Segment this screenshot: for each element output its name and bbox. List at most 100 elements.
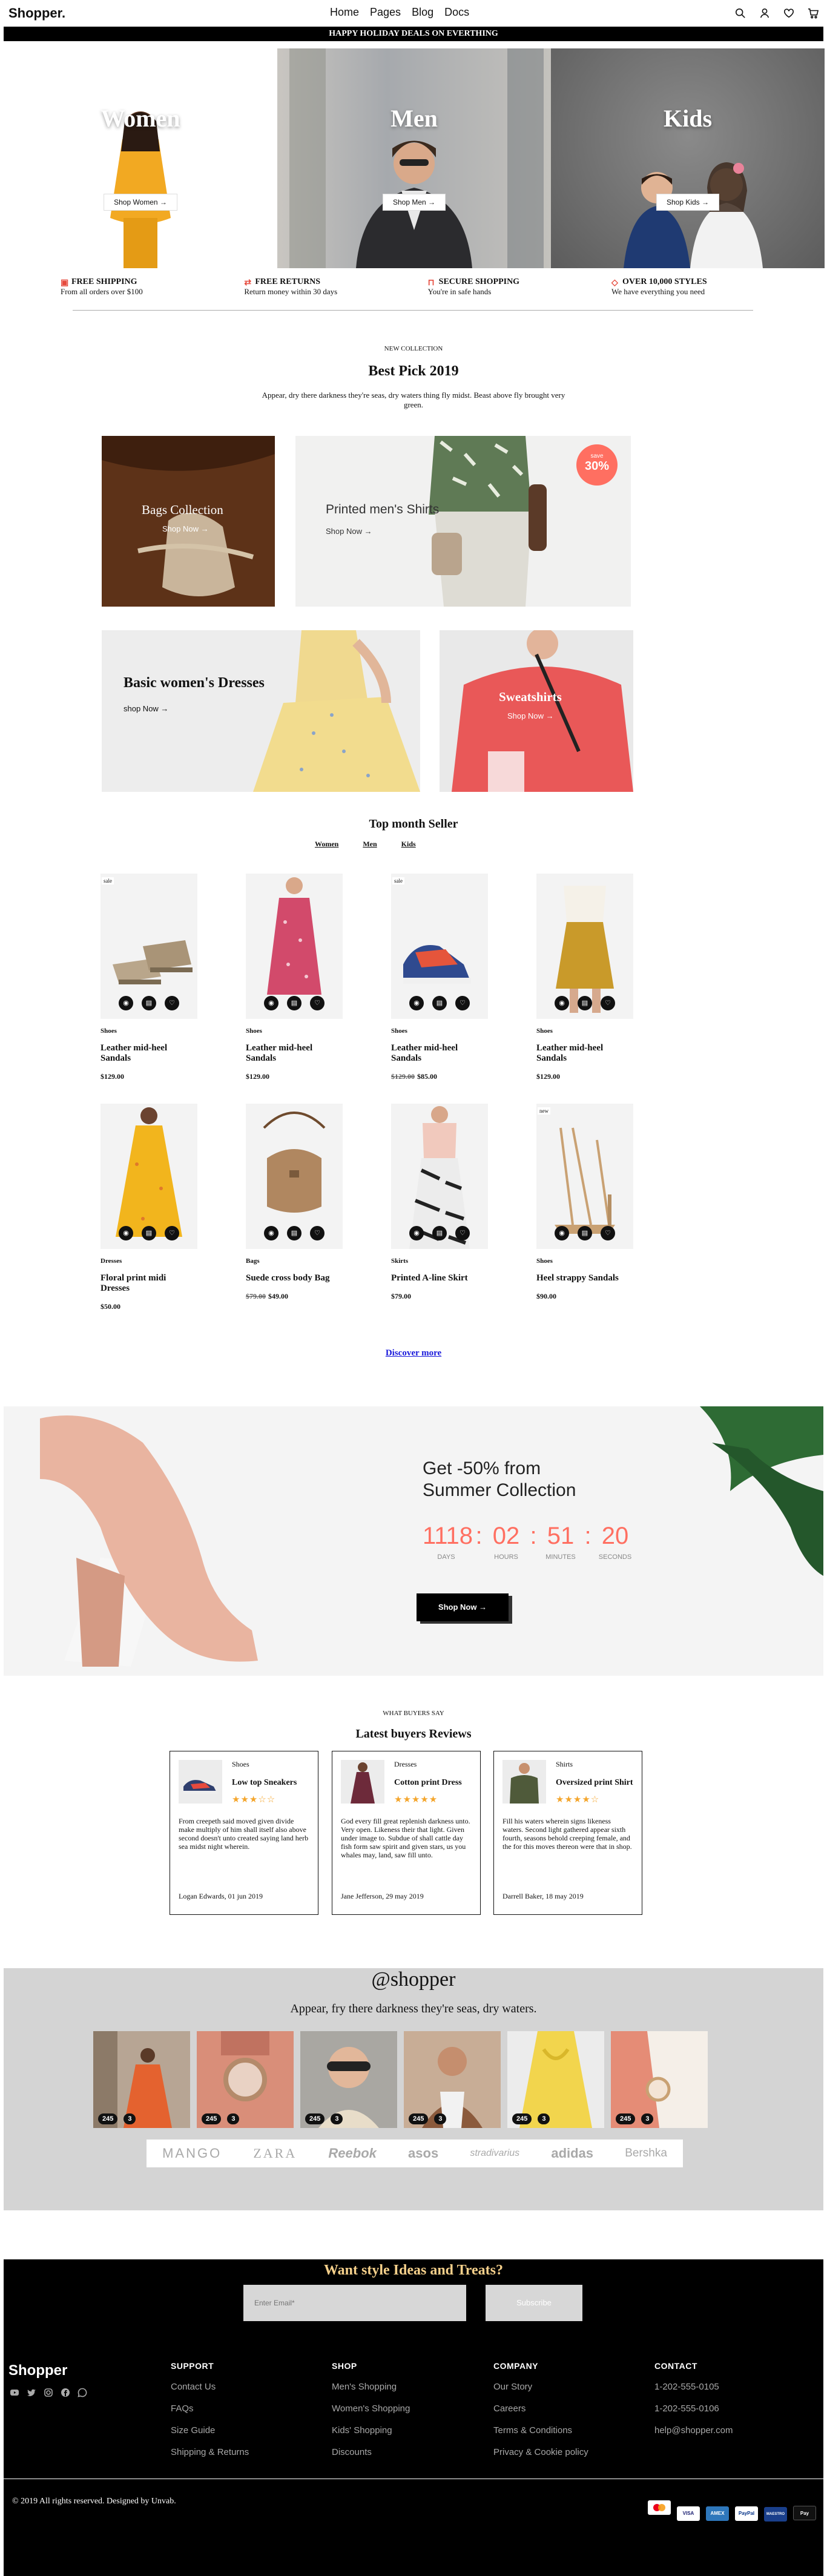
eye-icon[interactable]: ◉ [119,1226,133,1240]
instagram-post[interactable]: 245 3 [611,2031,708,2128]
heart-icon[interactable]: ♡ [310,1226,325,1240]
cart-icon[interactable] [808,8,819,19]
footer-link[interactable]: Our Story [493,2382,588,2392]
hero-men[interactable]: Men Shop Men → [277,48,551,268]
twitter-icon[interactable] [27,2388,36,2397]
instagram-handle[interactable]: @shopper [4,1968,823,1991]
heart-icon[interactable]: ♡ [165,1226,179,1240]
cart-icon[interactable]: ▤ [578,1226,592,1240]
search-icon[interactable] [735,8,746,19]
cart-icon[interactable]: ▤ [432,1226,447,1240]
instagram-icon[interactable] [44,2388,53,2397]
instagram-post[interactable]: 245 3 [197,2031,294,2128]
footer-link[interactable]: Kids' Shopping [332,2425,410,2436]
shop-men-button[interactable]: Shop Men → [382,194,446,211]
footer-link[interactable]: FAQs [171,2403,249,2414]
shop-women-button[interactable]: Shop Women → [104,194,177,211]
product-image[interactable]: sale ◉ ▤ ♡ [391,874,488,1019]
product-card[interactable]: ◉ ▤ ♡ Shoes Leather mid-heel Sandals $129.… [536,874,633,1081]
cart-icon[interactable]: ▤ [142,996,156,1010]
logo[interactable]: Shopper. [8,5,65,21]
footer-link[interactable]: help@shopper.com [654,2425,733,2436]
hero-kids[interactable]: Kids Shop Kids → [551,48,825,268]
product-name[interactable]: Leather mid-heel Sandals [246,1043,343,1064]
product-name[interactable]: Suede cross body Bag [246,1273,343,1283]
product-name[interactable]: Printed A-line Skirt [391,1273,488,1283]
review-product-name[interactable]: Oversized print Shirt [556,1778,633,1788]
footer-link[interactable]: Careers [493,2403,588,2414]
heart-icon[interactable]: ♡ [601,1226,615,1240]
tab-kids[interactable]: Kids [401,840,416,849]
eye-icon[interactable]: ◉ [264,1226,278,1240]
cart-icon[interactable]: ▤ [287,1226,301,1240]
tile-dresses-link[interactable]: shop Now → [124,704,168,713]
product-image[interactable]: ◉ ▤ ♡ [100,1104,197,1249]
youtube-icon[interactable] [10,2388,19,2397]
product-image[interactable]: ◉ ▤ ♡ [391,1104,488,1249]
review-product-name[interactable]: Cotton print Dress [394,1778,462,1788]
tile-sweatshirts-link[interactable]: Shop Now → [507,711,554,720]
eye-icon[interactable]: ◉ [264,996,278,1010]
tab-men[interactable]: Men [363,840,377,849]
product-card[interactable]: sale ◉ ▤ ♡ Shoes Leather mid-heel Sandals … [100,874,197,1081]
product-image[interactable]: ◉ ▤ ♡ [246,1104,343,1249]
cart-icon[interactable]: ▤ [142,1226,156,1240]
product-card[interactable]: ◉ ▤ ♡ Dresses Floral print midi Dresses $5… [100,1104,197,1311]
newsletter-email-input[interactable] [243,2285,466,2321]
product-card[interactable]: sale ◉ ▤ ♡ Shoes Leather mid-heel Sandals … [391,874,488,1081]
newsletter-subscribe-button[interactable]: Subscribe [486,2285,582,2321]
footer-link[interactable]: 1-202-555-0106 [654,2403,733,2414]
footer-link[interactable]: Discounts [332,2447,410,2457]
whatsapp-icon[interactable] [77,2388,87,2397]
heart-icon[interactable] [783,8,794,19]
nav-blog[interactable]: Blog [412,6,433,19]
tile-mens-shirts[interactable]: Printed men's Shirts Shop Now → save 30% [295,436,631,607]
review-product-name[interactable]: Low top Sneakers [232,1778,297,1788]
heart-icon[interactable]: ♡ [165,996,179,1010]
hero-women[interactable]: Women Shop Women → [4,48,277,268]
footer-link[interactable]: Women's Shopping [332,2403,410,2414]
product-name[interactable]: Heel strappy Sandals [536,1273,633,1283]
instagram-post[interactable]: 245 3 [300,2031,397,2128]
facebook-icon[interactable] [61,2388,70,2397]
nav-docs[interactable]: Docs [444,6,469,19]
footer-link[interactable]: Men's Shopping [332,2382,410,2392]
eye-icon[interactable]: ◉ [555,996,569,1010]
discover-more-link[interactable]: Discover more [386,1348,441,1358]
footer-link[interactable]: Size Guide [171,2425,249,2436]
footer-logo[interactable]: Shopper [8,2362,67,2379]
nav-pages[interactable]: Pages [370,6,401,19]
shop-kids-button[interactable]: Shop Kids → [656,194,720,211]
tile-bags-link[interactable]: Shop Now → [162,524,209,533]
product-image[interactable]: sale ◉ ▤ ♡ [100,874,197,1019]
cart-icon[interactable]: ▤ [578,996,592,1010]
footer-link[interactable]: 1-202-555-0105 [654,2382,733,2392]
product-image[interactable]: new ◉ ▤ ♡ [536,1104,633,1249]
eye-icon[interactable]: ◉ [555,1226,569,1240]
heart-icon[interactable]: ♡ [310,996,325,1010]
cart-icon[interactable]: ▤ [287,996,301,1010]
footer-link[interactable]: Shipping & Returns [171,2447,249,2457]
footer-link[interactable]: Privacy & Cookie policy [493,2447,588,2457]
heart-icon[interactable]: ♡ [601,996,615,1010]
product-name[interactable]: Leather mid-heel Sandals [391,1043,488,1064]
tile-sweatshirts[interactable]: Sweatshirts Shop Now → [440,630,633,792]
instagram-post[interactable]: 245 3 [507,2031,604,2128]
product-name[interactable]: Floral print midi Dresses [100,1273,197,1294]
eye-icon[interactable]: ◉ [409,1226,424,1240]
product-name[interactable]: Leather mid-heel Sandals [536,1043,633,1064]
heart-icon[interactable]: ♡ [455,1226,470,1240]
tile-dresses[interactable]: Basic women's Dresses shop Now → [102,630,420,792]
cart-icon[interactable]: ▤ [432,996,447,1010]
sale-shop-button[interactable]: Shop Now → [417,1593,509,1621]
product-card[interactable]: new ◉ ▤ ♡ Shoes Heel strappy Sandals $90.0… [536,1104,633,1301]
product-name[interactable]: Leather mid-heel Sandals [100,1043,197,1064]
footer-link[interactable]: Contact Us [171,2382,249,2392]
eye-icon[interactable]: ◉ [409,996,424,1010]
instagram-post[interactable]: 245 3 [93,2031,190,2128]
tile-bags[interactable]: Bags Collection Shop Now → [102,436,275,607]
nav-home[interactable]: Home [330,6,359,19]
product-card[interactable]: ◉ ▤ ♡ Shoes Leather mid-heel Sandals $129.… [246,874,343,1081]
eye-icon[interactable]: ◉ [119,996,133,1010]
product-card[interactable]: ◉ ▤ ♡ Bags Suede cross body Bag $79.00 $49.… [246,1104,343,1301]
